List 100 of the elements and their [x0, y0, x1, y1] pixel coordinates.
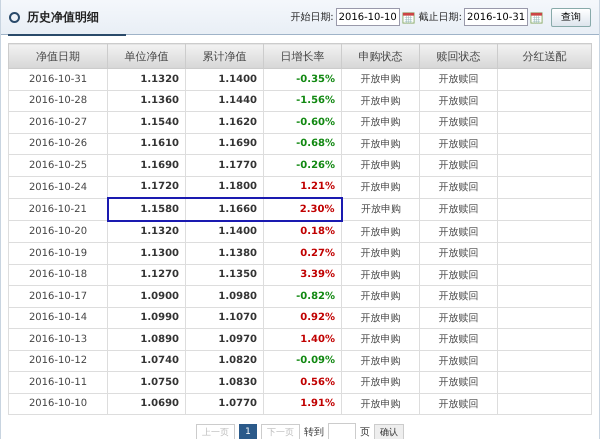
rate-cell: -0.09%	[264, 350, 342, 372]
status-cell: 开放申购	[342, 393, 420, 414]
status-cell: 开放申购	[342, 133, 420, 154]
rate-cell: 0.92%	[264, 307, 342, 328]
date-cell: 2016-10-19	[8, 242, 108, 264]
column-header: 赎回状态	[420, 44, 498, 68]
calendar-icon[interactable]	[402, 10, 415, 24]
status-cell: 开放赎回	[420, 372, 498, 393]
page-button[interactable]: 1	[239, 424, 257, 439]
status-cell: 开放赎回	[420, 350, 498, 372]
date-cell: 2016-10-17	[8, 286, 108, 307]
status-cell: 开放赎回	[420, 68, 498, 90]
nav-cell: 1.0820	[186, 350, 264, 372]
column-header: 日增长率	[264, 44, 342, 68]
nav-cell: 1.1660	[186, 198, 264, 220]
nav-cell: 1.1580	[108, 198, 186, 220]
nav-cell: 1.1620	[186, 112, 264, 133]
rate-cell: 3.39%	[264, 264, 342, 286]
status-cell: 开放赎回	[420, 176, 498, 198]
date-cell: 2016-10-26	[8, 133, 108, 154]
status-cell: 开放赎回	[420, 220, 498, 242]
status-cell: 开放赎回	[420, 112, 498, 133]
status-cell: 开放申购	[342, 264, 420, 286]
status-cell: 开放申购	[342, 112, 420, 133]
nav-cell: 1.1770	[186, 154, 264, 176]
date-cell: 2016-10-14	[8, 307, 108, 328]
nav-cell: 1.1070	[186, 307, 264, 328]
nav-cell: 1.0980	[186, 286, 264, 307]
page-label: 页	[360, 426, 370, 439]
rate-cell: -0.82%	[264, 286, 342, 307]
query-button[interactable]: 查询	[551, 8, 591, 26]
nav-cell: 1.1300	[108, 242, 186, 264]
status-cell: 开放申购	[342, 198, 420, 220]
status-cell: 开放赎回	[420, 242, 498, 264]
nav-cell: 1.1440	[186, 90, 264, 112]
rate-cell: 2.30%	[264, 198, 342, 220]
nav-cell: 1.1350	[186, 264, 264, 286]
nav-cell: 1.1270	[108, 264, 186, 286]
status-cell: 开放赎回	[420, 90, 498, 112]
column-header: 单位净值	[108, 44, 186, 68]
status-cell: 开放申购	[342, 176, 420, 198]
status-cell: 开放申购	[342, 328, 420, 350]
nav-cell: 1.0750	[108, 372, 186, 393]
start-date-label: 开始日期:	[290, 10, 334, 24]
nav-cell: 1.1690	[108, 154, 186, 176]
status-cell: 开放赎回	[420, 133, 498, 154]
status-cell: 开放申购	[342, 220, 420, 242]
status-cell: 开放申购	[342, 242, 420, 264]
nav-cell: 1.1360	[108, 90, 186, 112]
status-cell: 开放赎回	[420, 307, 498, 328]
date-cell: 2016-10-25	[8, 154, 108, 176]
status-cell: 开放申购	[342, 372, 420, 393]
rate-cell: -0.60%	[264, 112, 342, 133]
status-cell: 开放赎回	[420, 393, 498, 414]
status-cell: 开放赎回	[420, 328, 498, 350]
nav-cell: 1.0770	[186, 393, 264, 414]
start-date-field[interactable]: 2016-10-10	[336, 8, 400, 26]
column-header: 净值日期	[8, 44, 108, 68]
column-header: 申购状态	[342, 44, 420, 68]
nav-cell: 1.0830	[186, 372, 264, 393]
confirm-button[interactable]: 确认	[374, 424, 404, 439]
end-date-field[interactable]: 2016-10-31	[464, 8, 528, 26]
nav-cell: 1.1540	[108, 112, 186, 133]
status-cell: 开放赎回	[420, 286, 498, 307]
circle-icon	[9, 12, 20, 22]
nav-cell: 1.1380	[186, 242, 264, 264]
goto-label: 转到	[304, 426, 324, 439]
rate-cell: 1.40%	[264, 328, 342, 350]
nav-cell: 1.0890	[108, 328, 186, 350]
calendar-icon[interactable]	[530, 10, 543, 24]
date-cell: 2016-10-31	[8, 68, 108, 90]
rate-cell: -0.26%	[264, 154, 342, 176]
nav-cell: 1.1400	[186, 68, 264, 90]
date-cell: 2016-10-10	[8, 393, 108, 414]
rate-cell: 0.27%	[264, 242, 342, 264]
rate-cell: 1.91%	[264, 393, 342, 414]
nav-cell: 1.1610	[108, 133, 186, 154]
nav-cell: 1.1320	[108, 220, 186, 242]
status-cell: 开放申购	[342, 154, 420, 176]
date-cell: 2016-10-11	[8, 372, 108, 393]
end-date-label: 截止日期:	[418, 10, 462, 24]
rate-cell: -0.68%	[264, 133, 342, 154]
page-number-field[interactable]	[328, 423, 356, 439]
date-cell: 2016-10-12	[8, 350, 108, 372]
nav-cell: 1.1400	[186, 220, 264, 242]
status-cell: 开放赎回	[420, 154, 498, 176]
date-cell: 2016-10-27	[8, 112, 108, 133]
status-cell: 开放赎回	[420, 264, 498, 286]
nav-cell: 1.1320	[108, 68, 186, 90]
nav-cell: 1.0690	[108, 393, 186, 414]
status-cell: 开放赎回	[420, 198, 498, 220]
nav-cell: 1.0740	[108, 350, 186, 372]
section-title: 历史净值明细	[27, 8, 99, 26]
date-cell: 2016-10-20	[8, 220, 108, 242]
date-cell: 2016-10-28	[8, 90, 108, 112]
status-cell: 开放申购	[342, 350, 420, 372]
nav-cell: 1.0900	[108, 286, 186, 307]
rate-cell: 0.18%	[264, 220, 342, 242]
nav-cell: 1.0990	[108, 307, 186, 328]
rate-cell: -1.56%	[264, 90, 342, 112]
